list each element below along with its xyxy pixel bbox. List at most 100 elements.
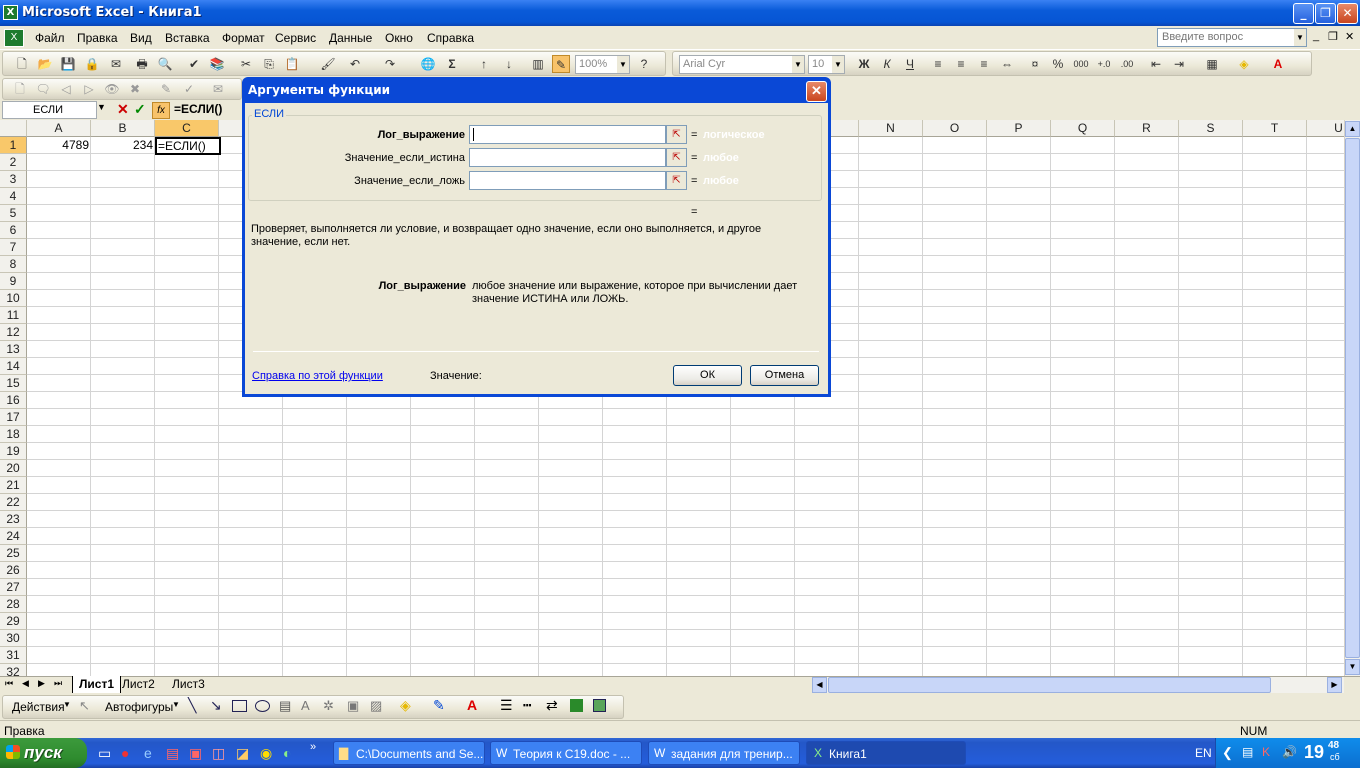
restore-button[interactable]: ❐ <box>1315 3 1336 24</box>
font-color-draw-icon[interactable]: A <box>467 697 477 713</box>
quicklaunch-icon-4[interactable]: ◪ <box>236 745 249 762</box>
arrow-icon[interactable]: ↘ <box>210 697 222 714</box>
increase-indent-icon[interactable]: ⇥ <box>1170 55 1188 73</box>
row-header[interactable]: 19 <box>0 443 27 460</box>
tray-back-icon[interactable]: ❮ <box>1222 745 1233 761</box>
format-painter-icon[interactable]: 🖌 <box>319 55 337 73</box>
row-header[interactable]: 2 <box>0 154 27 171</box>
chart-wizard-icon[interactable]: ▥ <box>529 55 547 73</box>
sort-ascending-icon[interactable]: ↑ <box>475 55 493 73</box>
arg-input-value-if-false[interactable] <box>469 171 666 190</box>
doc-restore-button[interactable]: ❐ <box>1328 30 1338 43</box>
redo-icon[interactable]: ↷ <box>381 55 399 73</box>
row-header[interactable]: 10 <box>0 290 27 307</box>
task-explorer[interactable]: C:\Documents and Se... <box>333 741 485 765</box>
row-header[interactable]: 16 <box>0 392 27 409</box>
line-color-icon[interactable]: ✎ <box>433 697 445 714</box>
close-button[interactable]: ✕ <box>1337 3 1358 24</box>
task-word-tasks[interactable]: задания для тренир... <box>648 741 800 765</box>
column-header[interactable]: O <box>923 120 987 137</box>
actions-dropdown-icon[interactable]: ▼ <box>63 700 71 709</box>
doc-close-button[interactable]: ✕ <box>1345 30 1354 43</box>
dash-style-icon[interactable]: ┅ <box>523 697 531 714</box>
oval-icon[interactable] <box>255 700 270 712</box>
currency-icon[interactable]: ¤ <box>1026 55 1044 73</box>
row-header[interactable]: 17 <box>0 409 27 426</box>
copy-icon[interactable]: ⎘ <box>260 55 278 73</box>
quicklaunch-icon-1[interactable]: ▤ <box>166 745 179 762</box>
save-icon[interactable]: 💾 <box>59 55 77 73</box>
first-sheet-icon[interactable]: ⏮ <box>5 678 13 689</box>
column-header[interactable]: S <box>1179 120 1243 137</box>
textbox-icon[interactable]: ▤ <box>279 698 291 714</box>
sheet-tab-2[interactable]: Лист2 <box>122 677 155 691</box>
collapse-dialog-icon[interactable]: ⇱ <box>666 171 687 190</box>
wordart-icon[interactable]: A <box>301 698 310 713</box>
sheet-tab-3[interactable]: Лист3 <box>172 677 205 691</box>
align-right-icon[interactable]: ≡ <box>975 55 993 73</box>
row-header[interactable]: 28 <box>0 596 27 613</box>
row-header[interactable]: 32 <box>0 664 27 676</box>
scroll-right-icon[interactable]: ▶ <box>1327 677 1342 693</box>
collapse-dialog-icon[interactable]: ⇱ <box>666 148 687 167</box>
spelling-icon[interactable]: ✔ <box>185 55 203 73</box>
zoom-select[interactable]: 100% ▼ <box>575 55 630 74</box>
column-header[interactable]: A <box>27 120 91 137</box>
arrow-style-icon[interactable]: ⇄ <box>546 697 558 714</box>
review-comment-icon[interactable]: 🗨 <box>34 80 52 98</box>
row-header[interactable]: 29 <box>0 613 27 630</box>
vertical-scroll-thumb[interactable] <box>1345 138 1360 658</box>
task-excel[interactable]: Книга1 <box>806 741 966 765</box>
ie-icon[interactable]: e <box>144 745 152 761</box>
diagram-icon[interactable]: ✲ <box>323 698 334 714</box>
review-delete-icon[interactable]: ✖ <box>126 80 144 98</box>
font-select[interactable]: Arial Cyr ▼ <box>679 55 805 74</box>
picture-icon[interactable]: ▨ <box>370 698 382 714</box>
row-header[interactable]: 6 <box>0 222 27 239</box>
row-header[interactable]: 13 <box>0 341 27 358</box>
email-icon[interactable]: ✉ <box>107 55 125 73</box>
namebox-dropdown-icon[interactable]: ▼ <box>97 102 106 112</box>
scroll-left-icon[interactable]: ◀ <box>812 677 827 693</box>
row-header[interactable]: 12 <box>0 324 27 341</box>
next-sheet-icon[interactable]: ▶ <box>38 678 45 689</box>
prev-sheet-icon[interactable]: ◀ <box>22 678 29 689</box>
line-style-icon[interactable]: ☰ <box>500 697 513 714</box>
cut-icon[interactable]: ✂ <box>237 55 255 73</box>
row-header[interactable]: 21 <box>0 477 27 494</box>
quicklaunch-icon-2[interactable]: ▣ <box>189 745 202 762</box>
chrome-icon[interactable]: ◉ <box>260 745 272 762</box>
column-header[interactable]: B <box>91 120 155 137</box>
italic-button[interactable]: К <box>878 55 896 73</box>
formula-input[interactable]: =ЕСЛИ() <box>174 102 222 116</box>
vertical-scrollbar[interactable]: ▲ ▼ <box>1344 120 1360 676</box>
language-indicator[interactable]: EN <box>1195 746 1212 760</box>
tray-network-icon[interactable]: ▤ <box>1242 745 1253 759</box>
arg-input-logical-test[interactable] <box>469 125 666 144</box>
review-next-icon[interactable]: ▷ <box>80 80 98 98</box>
cancel-formula-icon[interactable]: ✕ <box>117 101 129 118</box>
column-header[interactable]: P <box>987 120 1051 137</box>
borders-icon[interactable]: ▦ <box>1203 55 1221 73</box>
horizontal-scroll-thumb[interactable] <box>828 677 1271 693</box>
name-box[interactable]: ЕСЛИ <box>2 101 97 119</box>
percent-icon[interactable]: % <box>1049 55 1067 73</box>
underline-button[interactable]: Ч <box>901 55 919 73</box>
sort-descending-icon[interactable]: ↓ <box>500 55 518 73</box>
menu-insert[interactable]: Вставка <box>165 31 210 45</box>
select-all-corner[interactable] <box>0 120 27 137</box>
increase-decimal-icon[interactable]: +.0 <box>1095 55 1113 73</box>
align-center-icon[interactable]: ≡ <box>952 55 970 73</box>
permission-icon[interactable]: 🔒 <box>83 55 101 73</box>
arg-input-value-if-true[interactable] <box>469 148 666 167</box>
drawing-toggle-icon[interactable]: ✎ <box>552 55 570 73</box>
excel-app-icon[interactable]: X <box>3 5 18 20</box>
undo-icon[interactable]: ↶ <box>346 55 364 73</box>
shadow-style-icon[interactable] <box>570 699 583 712</box>
review-mail-icon[interactable]: ✉ <box>209 80 227 98</box>
task-word-theory[interactable]: Теория к С19.doc - ... <box>490 741 642 765</box>
quicklaunch-icon-5[interactable]: ◐ <box>283 745 291 761</box>
merge-center-icon[interactable]: ⇔ <box>998 55 1016 73</box>
column-header[interactable]: U <box>1307 120 1344 137</box>
autoshapes-dropdown-icon[interactable]: ▼ <box>172 700 180 709</box>
